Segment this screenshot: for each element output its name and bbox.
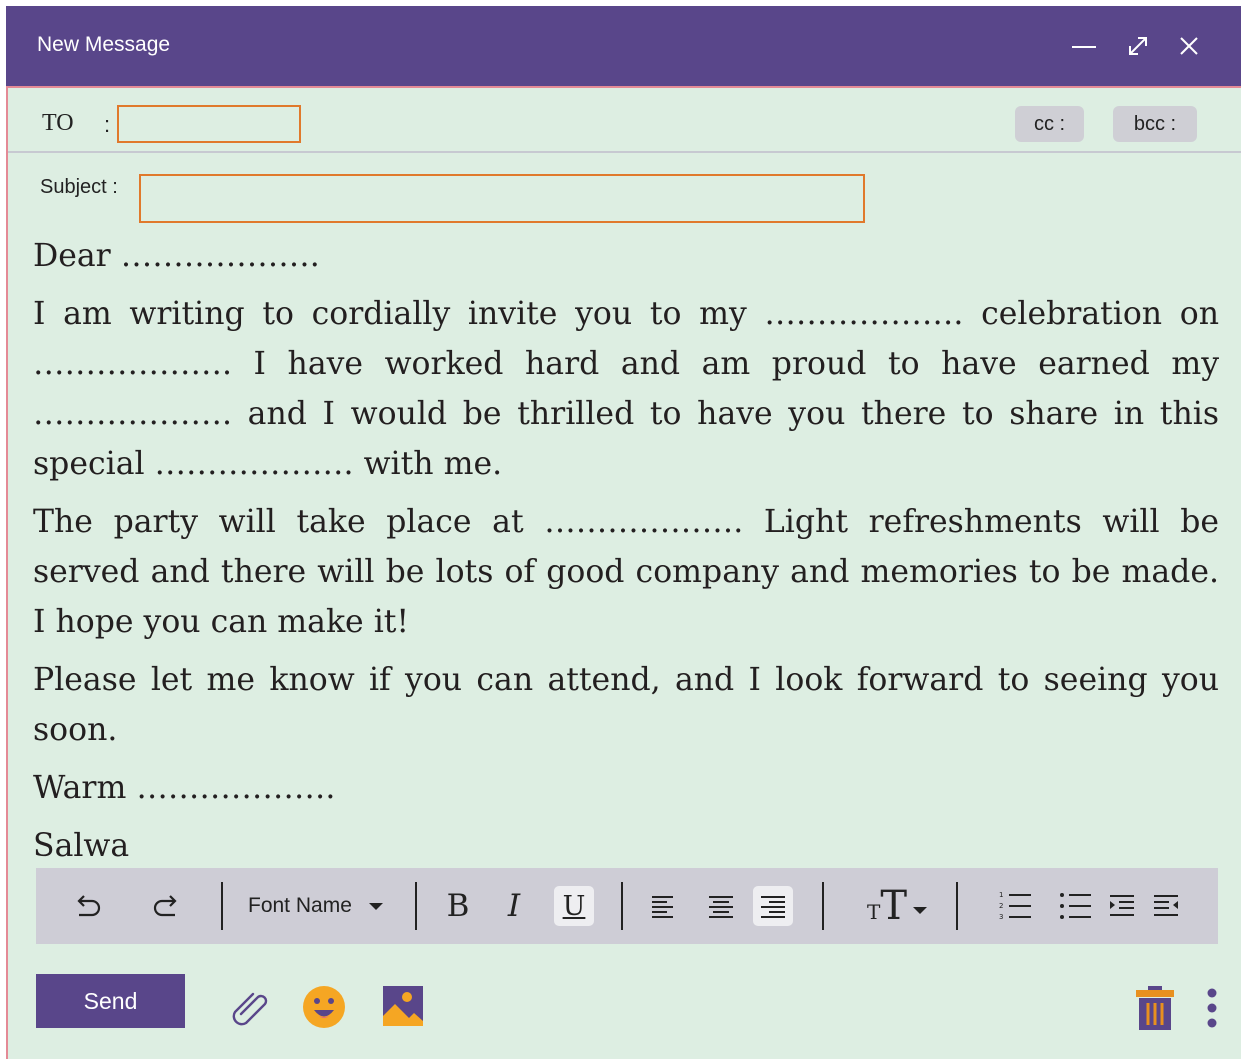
outdent-icon <box>1154 895 1178 916</box>
indent-icon <box>1110 895 1134 916</box>
attach-icon <box>232 992 268 1026</box>
message-paragraph: Salwa <box>33 828 130 864</box>
subject-field[interactable] <box>139 174 865 223</box>
align-center-button[interactable] <box>701 886 741 926</box>
text-size-dropdown[interactable]: T T <box>858 886 938 926</box>
outdent-button[interactable] <box>1150 886 1182 926</box>
close-button[interactable] <box>1173 30 1205 62</box>
underline-button[interactable]: U <box>554 886 594 926</box>
font-name-dropdown[interactable]: Font Name <box>248 886 396 926</box>
svg-text:1: 1 <box>999 891 1003 899</box>
italic-icon: I <box>507 888 521 924</box>
expand-icon <box>1129 37 1147 55</box>
message-paragraph: Warm ………………. <box>33 770 336 806</box>
subject-label: Subject : <box>40 176 118 198</box>
to-field[interactable] <box>117 105 301 143</box>
expand-button[interactable] <box>1122 30 1154 62</box>
toolbar-separator <box>621 882 623 930</box>
bullet-list-button[interactable] <box>1058 886 1094 926</box>
formatting-toolbar: Font Name B I U T T 1 2 3 <box>36 868 1218 944</box>
message-paragraph: Please let me know if you can attend, an… <box>33 662 1219 748</box>
message-paragraph: I am writing to cordially invite you to … <box>33 296 1219 482</box>
emoji-button[interactable] <box>302 985 346 1029</box>
trash-icon <box>1136 986 1174 1030</box>
insert-image-button[interactable] <box>383 986 425 1028</box>
text-size-small: T <box>866 900 881 924</box>
redo-icon <box>153 895 177 917</box>
message-body[interactable]: Dear ………………. I am writing to cordially i… <box>33 231 1219 879</box>
to-colon: : <box>104 112 111 137</box>
svg-text:3: 3 <box>999 913 1003 921</box>
indent-button[interactable] <box>1106 886 1138 926</box>
image-icon <box>383 986 423 1026</box>
more-vertical-icon <box>1207 988 1217 1028</box>
minimize-icon <box>1072 46 1096 48</box>
window-title: New Message <box>37 33 171 56</box>
underline-icon: U <box>562 890 586 922</box>
bold-icon: B <box>446 888 470 924</box>
italic-button[interactable]: I <box>494 886 534 926</box>
message-paragraph: Dear ………………. <box>33 238 320 274</box>
svg-text:2: 2 <box>999 902 1003 910</box>
bold-button[interactable]: B <box>438 886 478 926</box>
emoji-icon <box>303 986 345 1028</box>
toolbar-separator <box>822 882 824 930</box>
undo-button[interactable] <box>68 886 108 926</box>
redo-button[interactable] <box>146 886 186 926</box>
chevron-down-icon <box>913 907 928 914</box>
bcc-button[interactable]: bcc : <box>1113 106 1197 142</box>
delete-button[interactable] <box>1136 985 1178 1031</box>
numbered-list-button[interactable]: 1 2 3 <box>998 886 1034 926</box>
align-left-button[interactable] <box>644 886 684 926</box>
toolbar-separator <box>221 882 223 930</box>
send-button[interactable]: Send <box>36 974 185 1028</box>
minimize-button[interactable] <box>1068 30 1100 62</box>
align-center-icon <box>709 896 733 918</box>
attach-button[interactable] <box>228 984 272 1028</box>
cc-button[interactable]: cc : <box>1015 106 1084 142</box>
header-divider <box>8 151 1241 153</box>
compose-body: TO : cc : bcc : Subject : Dear ………………. I… <box>6 86 1241 1059</box>
undo-icon <box>77 895 101 917</box>
toolbar-separator <box>415 882 417 930</box>
message-paragraph: The party will take place at ………………. Lig… <box>33 504 1219 640</box>
title-bar: New Message <box>6 6 1241 86</box>
align-right-button[interactable] <box>753 886 793 926</box>
more-options-button[interactable] <box>1203 986 1221 1032</box>
close-icon <box>1180 37 1198 55</box>
chevron-down-icon <box>368 903 383 910</box>
bullet-list-icon <box>1060 893 1091 919</box>
align-right-icon <box>761 896 785 918</box>
font-name-label: Font Name <box>248 894 352 917</box>
align-left-icon <box>652 896 673 918</box>
to-label: TO <box>42 110 74 136</box>
toolbar-separator <box>956 882 958 930</box>
compose-window: New Message TO : cc : bcc : Subject : De… <box>6 6 1241 1059</box>
numbered-list-icon: 1 2 3 <box>999 891 1031 921</box>
text-size-large: T <box>880 883 908 929</box>
